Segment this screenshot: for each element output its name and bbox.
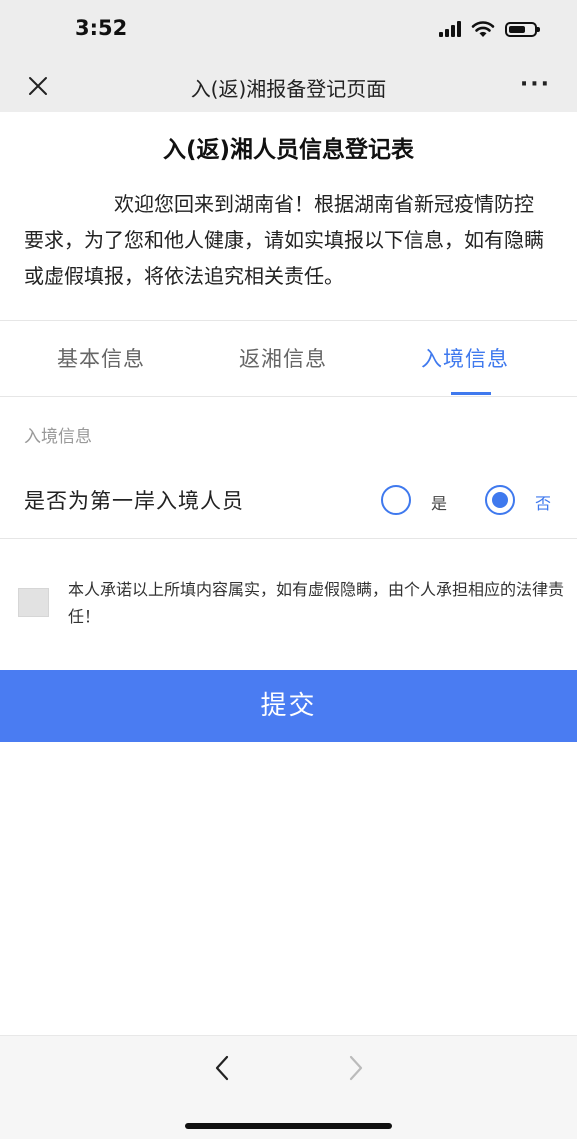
radio-yes[interactable] bbox=[381, 485, 411, 515]
more-icon[interactable]: ··· bbox=[520, 72, 551, 97]
status-time: 3:52 bbox=[75, 16, 128, 40]
form-title: 入(返)湘人员信息登记表 bbox=[162, 137, 415, 163]
submit-button[interactable]: 提交 bbox=[0, 670, 577, 742]
radio-no-label[interactable]: 否 bbox=[535, 490, 551, 514]
tab-entry-info[interactable]: 入境信息 bbox=[421, 343, 509, 373]
home-indicator bbox=[185, 1123, 392, 1129]
chevron-right-icon[interactable] bbox=[346, 1054, 366, 1082]
system-icons bbox=[439, 20, 540, 38]
divider bbox=[0, 538, 577, 539]
first-port-entry-question: 是否为第一岸入境人员 bbox=[24, 489, 244, 513]
pledge-checkbox[interactable] bbox=[18, 588, 49, 617]
tab-bar: 基本信息 返湘信息 入境信息 bbox=[0, 321, 577, 396]
pledge-text: 本人承诺以上所填内容属实，如有虚假隐瞒，由个人承担相应的法律责任！ bbox=[68, 580, 565, 626]
battery-icon bbox=[505, 21, 540, 37]
status-bar: 3:52 bbox=[0, 0, 577, 62]
tab-basic-info[interactable]: 基本信息 bbox=[57, 343, 145, 373]
signal-icon bbox=[439, 21, 461, 37]
nav-bar: 入(返)湘报备登记页面 ··· bbox=[0, 62, 577, 112]
chevron-left-icon[interactable] bbox=[212, 1054, 232, 1082]
browser-toolbar bbox=[0, 1035, 577, 1139]
tab-return-info[interactable]: 返湘信息 bbox=[239, 343, 327, 373]
intro-text: 欢迎您回来到湖南省！根据湖南省新冠疫情防控要求，为了您和他人健康，请如实填报以下… bbox=[24, 192, 544, 288]
page-title: 入(返)湘报备登记页面 bbox=[190, 77, 387, 101]
active-tab-indicator bbox=[451, 392, 491, 395]
wifi-icon bbox=[471, 21, 495, 37]
radio-no[interactable] bbox=[485, 485, 515, 515]
section-label: 入境信息 bbox=[24, 427, 92, 447]
radio-yes-label[interactable]: 是 bbox=[431, 490, 447, 514]
divider bbox=[0, 396, 577, 397]
